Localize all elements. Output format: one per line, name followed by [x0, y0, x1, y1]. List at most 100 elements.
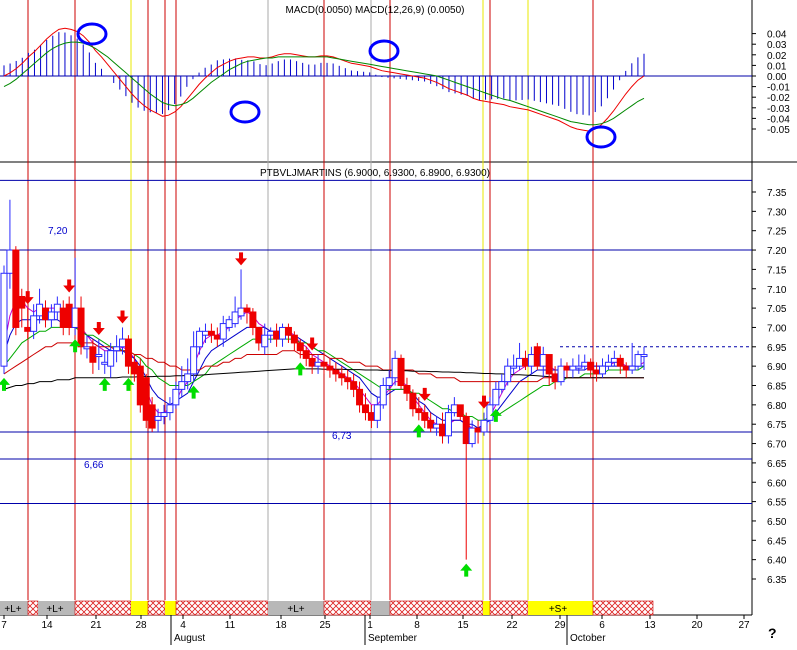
- chart-canvas: 7,206,736,66 0.040.030.020.010.00-0.01-0…: [0, 0, 797, 645]
- candle-body: [83, 346, 91, 350]
- x-tick-label: 18: [275, 620, 287, 631]
- price-title: PTBVLJMARTINS (6.9000, 6.9300, 6.8900, 6…: [260, 168, 490, 179]
- candle-body: [379, 385, 387, 406]
- candle-body: [71, 307, 79, 328]
- candle-body: [6, 249, 14, 274]
- candle-body: [107, 350, 115, 367]
- x-tick-label: 21: [90, 620, 102, 631]
- candle-body: [350, 381, 358, 390]
- candle-body: [409, 392, 417, 410]
- macd-y-tick-label: 0.00: [767, 72, 787, 83]
- candle-body: [0, 272, 8, 367]
- candle-body: [136, 365, 144, 406]
- candle-body: [237, 307, 245, 317]
- candle-body: [569, 365, 577, 371]
- candle-body: [89, 346, 97, 363]
- candle-body: [284, 326, 292, 336]
- candle-body: [213, 334, 221, 340]
- candle-body: [296, 342, 304, 352]
- candle-body: [119, 338, 127, 348]
- price-y-tick-label: 6.45: [767, 536, 787, 547]
- candle-body: [415, 408, 423, 414]
- candle-body: [444, 412, 452, 437]
- candle-body: [308, 357, 316, 367]
- x-tick-label: 15: [457, 620, 469, 631]
- signal-segment: [147, 600, 166, 616]
- candle-body: [551, 373, 559, 383]
- candle-body: [634, 354, 642, 367]
- price-y-tick-label: 7.30: [767, 207, 787, 218]
- indicator-title: MACD(0.0050) MACD(12,26,9) (0.0050): [286, 5, 465, 16]
- candle-body: [207, 330, 215, 336]
- candle-body: [279, 326, 287, 340]
- candle-body: [373, 404, 381, 421]
- x-tick-label: 27: [738, 620, 750, 631]
- price-y-tick-label: 6.35: [767, 575, 787, 586]
- candle-body: [504, 365, 512, 383]
- candle-body: [486, 404, 494, 421]
- candle-body: [492, 388, 500, 406]
- month-label: September: [368, 633, 418, 644]
- x-tick-label: 22: [506, 620, 518, 631]
- candle-body: [539, 354, 547, 367]
- candle-body: [184, 373, 192, 383]
- x-tick-label: 7: [1, 620, 7, 631]
- chart-background: [0, 0, 797, 645]
- candle-body: [24, 326, 32, 332]
- signal-segment: [175, 600, 269, 616]
- candle-body: [587, 361, 595, 371]
- chart-window: 7,20 6,73 6,66 0.04 0.03 0.02 0.01 0.00 -0.01 -0…: [0, 0, 797, 645]
- help-icon[interactable]: ?: [768, 625, 777, 641]
- candle-body: [41, 307, 49, 321]
- candle-body: [510, 365, 518, 369]
- candle-body: [616, 357, 624, 367]
- price-y-tick-label: 6.55: [767, 498, 787, 509]
- level-label: 7,20: [48, 226, 68, 237]
- candle-body: [338, 373, 346, 379]
- macd-y-tick-label: -0.05: [767, 125, 790, 136]
- signal-segment: [483, 601, 490, 615]
- candle-body: [47, 311, 55, 321]
- macd-y-tick-label: -0.02: [767, 93, 790, 104]
- candle-body: [439, 423, 447, 437]
- candle-body: [30, 315, 38, 332]
- candle-body: [604, 361, 612, 367]
- candle-body: [95, 354, 103, 358]
- candle-body: [225, 319, 233, 328]
- candle-body: [12, 249, 20, 328]
- macd-y-tick-label: 0.03: [767, 40, 787, 51]
- candle-body: [480, 419, 488, 433]
- price-y-tick-label: 6.65: [767, 459, 787, 470]
- price-y-tick-label: 6.85: [767, 382, 787, 393]
- candle-body: [516, 357, 524, 367]
- macd-y-tick-label: -0.04: [767, 114, 790, 125]
- candle-body: [599, 365, 607, 375]
- price-y-tick-label: 6.70: [767, 440, 787, 451]
- x-tick-label: 28: [135, 620, 147, 631]
- month-label: August: [174, 633, 205, 644]
- candle-body: [462, 415, 470, 445]
- candle-body: [545, 354, 553, 375]
- candle-body: [231, 311, 239, 325]
- price-y-tick-label: 7.15: [767, 265, 787, 276]
- macd-y-tick-label: 0.02: [767, 51, 787, 62]
- candle-body: [326, 365, 334, 371]
- x-tick-label: 14: [41, 620, 53, 631]
- candle-body: [219, 323, 227, 340]
- macd-y-tick-label: -0.03: [767, 104, 790, 115]
- candle-body: [196, 330, 204, 348]
- price-y-tick-label: 6.80: [767, 401, 787, 412]
- candle-body: [261, 334, 269, 348]
- signal-segment: [165, 601, 176, 615]
- signal-label: +L+: [287, 604, 304, 615]
- candle-body: [593, 369, 601, 375]
- candle-body: [367, 412, 375, 421]
- candle-body: [320, 361, 328, 367]
- signal-segment: [371, 601, 390, 615]
- candle-body: [249, 311, 257, 328]
- candle-body: [314, 361, 322, 367]
- x-tick-label: 20: [691, 620, 703, 631]
- signal-segment: [74, 600, 132, 616]
- candle-body: [142, 377, 150, 421]
- price-y-tick-label: 6.95: [767, 343, 787, 354]
